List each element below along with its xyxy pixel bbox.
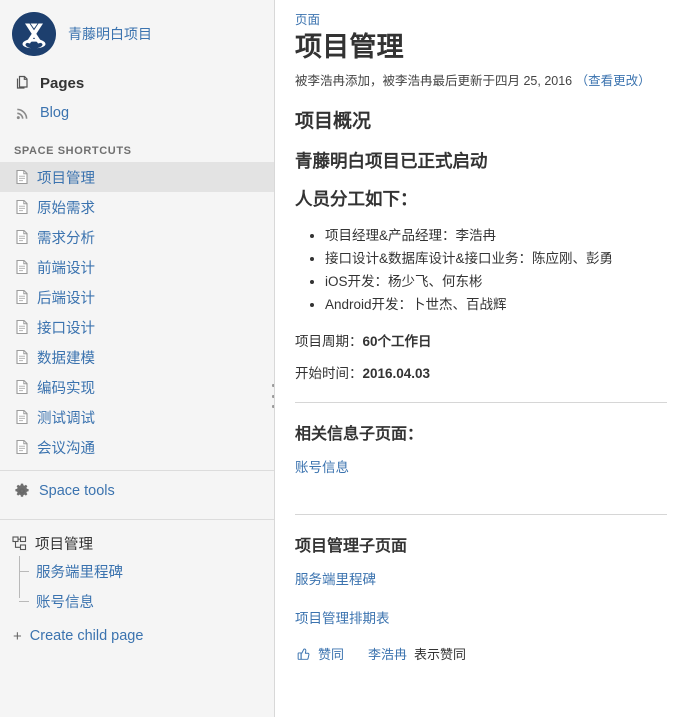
related-pages-block: 相关信息子页面： 账号信息 [295,425,667,477]
page-icon [14,349,29,366]
sidebar-shortcut-shujujianmo[interactable]: 数据建模 [0,342,274,372]
space-tools-label: Space tools [39,483,115,499]
section-heading-related: 相关信息子页面： [295,426,424,443]
sidebar-shortcut-xiangmuguanli[interactable]: 项目管理 [0,162,274,192]
page-icon [14,259,29,276]
sidebar-item-blog-label: Blog [40,105,70,121]
project-cycle-value: 60个工作日 [362,334,432,349]
sidebar-shortcut-label: 后端设计 [37,290,95,307]
plus-icon: + [13,627,22,645]
page-tree-child-label: 账号信息 [36,594,94,611]
page-title: 项目管理 [295,32,404,62]
rss-icon [14,105,31,122]
page-icon [14,379,29,396]
project-cycle-label: 项目周期： [295,334,363,349]
project-start-row: 开始时间：2016.04.03 [295,364,667,383]
confluence-page: 青藤明白项目 Pages Blog SPACE SHORTCUTS 项目管理 原… [0,0,685,717]
sidebar-shortcut-huiyigoutong[interactable]: 会议沟通 [0,432,274,462]
project-cycle-row: 项目周期：60个工作日 [295,332,667,351]
space-shortcuts-heading: SPACE SHORTCUTS [14,145,132,157]
page-icon [14,439,29,456]
page-tree-child-zhanghaoxinxi[interactable]: 账号信息 [18,586,274,616]
page-tree-icon [11,535,27,551]
section-heading-roles: 人员分工如下： [295,189,418,209]
sidebar-shortcut-xuqiufenxi[interactable]: 需求分析 [0,222,274,252]
content-divider-2 [295,514,667,515]
sidebar-shortcut-jiekousheji[interactable]: 接口设计 [0,312,274,342]
page-content: 页面 项目管理 被李浩冉添加，被李浩冉最后更新于四月 25, 2016 （查看更… [275,0,685,717]
space-logo-icon [12,12,56,56]
sidebar-item-pages-label: Pages [40,74,85,92]
sidebar-shortcut-houduansheji[interactable]: 后端设计 [0,282,274,312]
list-item: iOS开发：杨少飞、何东彬 [325,272,667,292]
page-icon [14,199,29,216]
section-heading-kickoff: 青藤明白项目已正式启动 [295,151,488,171]
page-icon [14,169,29,186]
project-start-label: 开始时间： [295,366,363,381]
project-start-value: 2016.04.03 [362,366,431,381]
page-tree-children: 服务端里程碑 账号信息 [0,556,274,616]
sidebar-shortcut-label: 接口设计 [37,320,95,337]
sidebar-resize-handle[interactable] [270,384,274,408]
page-tree: 项目管理 服务端里程碑 账号信息 + Create child page [0,520,274,644]
page-tree-child-label: 服务端里程碑 [36,564,123,581]
byline-text: 被李浩冉添加，被李浩冉最后更新于四月 25, 2016 [295,74,573,88]
like-status-text: 表示赞同 [414,647,467,662]
list-item: 项目经理&产品经理：李浩冉 [325,226,667,246]
related-page-link-zhanghaoxinxi[interactable]: 账号信息 [295,456,349,476]
sidebar-shortcut-qianduansheji[interactable]: 前端设计 [0,252,274,282]
sidebar-shortcut-label: 测试调试 [37,410,95,427]
page-tree-root[interactable]: 项目管理 [0,530,274,556]
sidebar-shortcut-label: 前端设计 [37,260,95,277]
space-sidebar: 青藤明白项目 Pages Blog SPACE SHORTCUTS 项目管理 原… [0,0,275,717]
page-icon [14,409,29,426]
list-item: Android开发：卜世杰、百战辉 [325,295,667,315]
sidebar-item-blog[interactable]: Blog [0,98,274,128]
child-pages-block: 项目管理子页面 服务端里程碑 项目管理排期表 [295,537,667,628]
child-page-link-fuwuduanlichengbei[interactable]: 服务端里程碑 [295,568,376,588]
space-name[interactable]: 青藤明白项目 [68,25,152,43]
sidebar-shortcut-label: 需求分析 [37,230,95,247]
sidebar-shortcut-bianmashixian[interactable]: 编码实现 [0,372,274,402]
space-header[interactable]: 青藤明白项目 [0,0,274,66]
like-user-link[interactable]: 李浩冉 [368,644,407,663]
page-tree-root-label: 项目管理 [35,536,93,553]
sidebar-shortcut-label: 原始需求 [37,200,95,217]
page-icon [14,319,29,336]
sidebar-shortcut-label: 项目管理 [37,170,95,187]
sidebar-shortcut-label: 编码实现 [37,380,95,397]
sidebar-shortcut-yuanshixuqiu[interactable]: 原始需求 [0,192,274,222]
page-icon [14,289,29,306]
page-icon [14,229,29,246]
view-changes-link[interactable]: （查看更改） [576,74,651,88]
sidebar-item-pages[interactable]: Pages [0,68,274,98]
content-divider-1 [295,402,667,403]
list-item: 接口设计&数据库设计&接口业务：陈应刚、彭勇 [325,249,667,269]
breadcrumb[interactable]: 页面 [295,12,667,28]
create-child-page-button[interactable]: + Create child page [0,616,274,644]
sidebar-shortcut-ceshitiaoshi[interactable]: 测试调试 [0,402,274,432]
space-shortcuts-list: 项目管理 原始需求 需求分析 前端设计 后端设计 接口设计 数据建模 编码实现 … [0,162,274,462]
thumbs-up-icon[interactable] [295,646,311,662]
page-byline: 被李浩冉添加，被李浩冉最后更新于四月 25, 2016 （查看更改） [295,73,667,90]
sidebar-shortcut-label: 数据建模 [37,350,95,367]
like-button-label[interactable]: 赞同 [318,644,344,663]
section-heading-children: 项目管理子页面 [295,538,408,555]
create-child-page-label: Create child page [29,628,144,644]
like-row: 赞同 李浩冉 表示赞同 [295,644,667,663]
roles-list: 项目经理&产品经理：李浩冉 接口设计&数据库设计&接口业务：陈应刚、彭勇 iOS… [295,226,667,315]
pages-icon [14,75,31,92]
sidebar-shortcut-label: 会议沟通 [37,440,95,457]
page-tree-child-fuwuduanlichengbei[interactable]: 服务端里程碑 [18,556,274,586]
child-page-link-paiqibiao[interactable]: 项目管理排期表 [295,607,390,627]
sidebar-item-space-tools[interactable]: Space tools [0,471,274,511]
sidebar-main-nav: Pages Blog [0,66,274,134]
section-heading-overview: 项目概况 [295,111,372,132]
gear-icon [13,483,30,500]
